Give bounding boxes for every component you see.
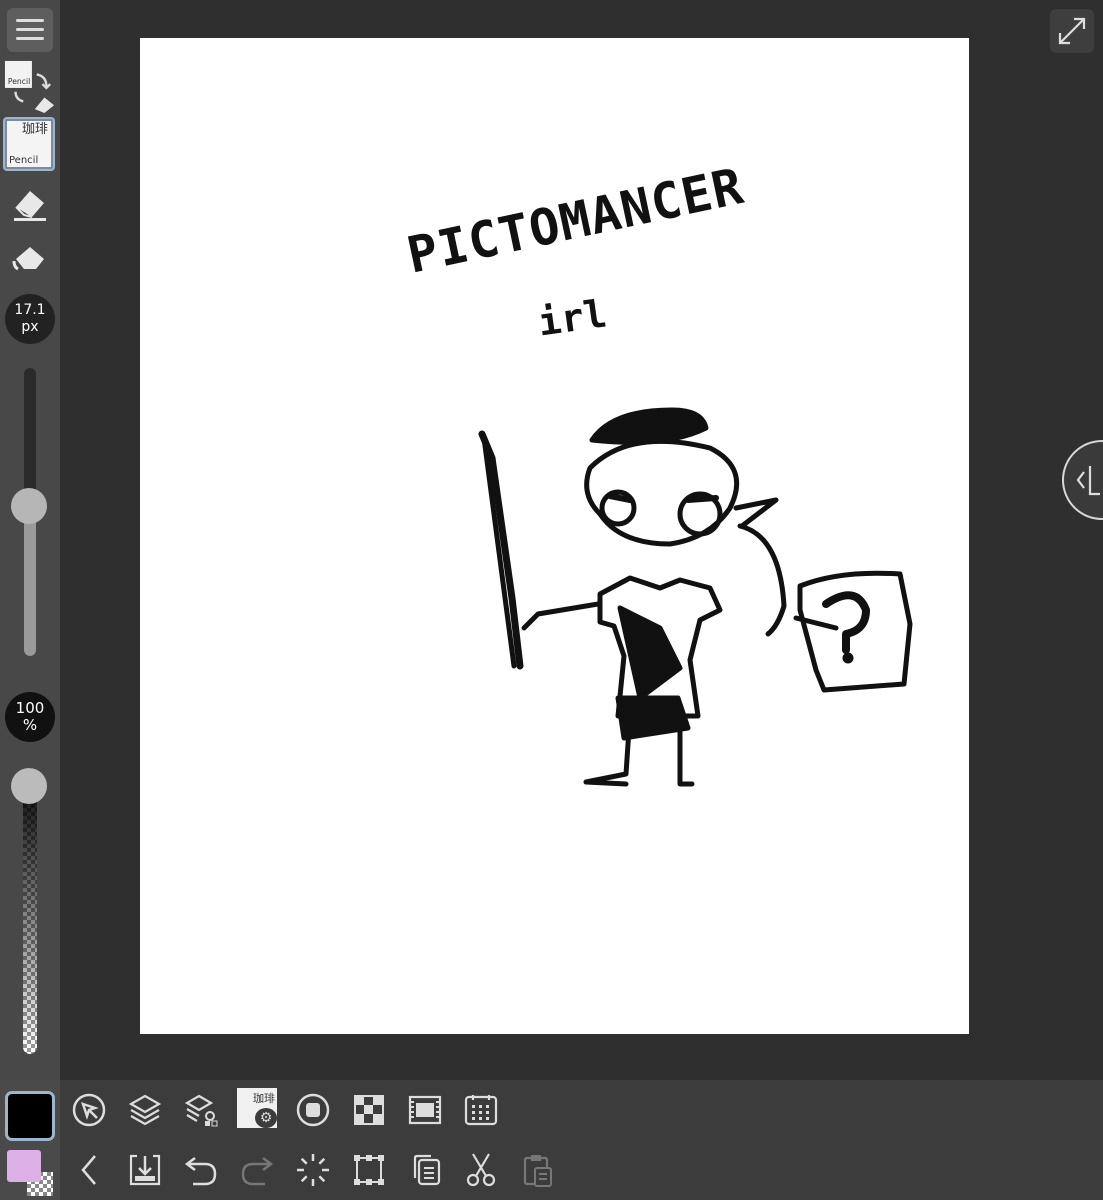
brush-thumb-kanji: 珈琲 bbox=[253, 1092, 275, 1105]
opacity-unit: % bbox=[22, 716, 38, 734]
sub-color-swatch[interactable] bbox=[7, 1150, 41, 1182]
material-button[interactable] bbox=[291, 1088, 335, 1132]
paste-icon bbox=[523, 1155, 552, 1187]
grid-icon bbox=[464, 1095, 498, 1126]
pencil-tool-icon: 珈琲 Pencil bbox=[7, 121, 51, 167]
fullscreen-button[interactable] bbox=[1050, 9, 1094, 53]
opacity-slider-handle[interactable] bbox=[11, 768, 47, 804]
save-icon bbox=[129, 1154, 161, 1186]
paste-button[interactable] bbox=[515, 1148, 559, 1192]
back-icon bbox=[81, 1155, 96, 1185]
gear-icon: ⚙ bbox=[255, 1108, 277, 1128]
svg-text:Pencil: Pencil bbox=[8, 77, 30, 86]
cut-icon bbox=[466, 1153, 496, 1187]
brush-settings-icon: 珈琲 ⚙ bbox=[237, 1088, 277, 1128]
animation-button[interactable] bbox=[403, 1088, 447, 1132]
selection-clear-button[interactable] bbox=[291, 1148, 335, 1192]
tool-thumb-kanji: 珈琲 bbox=[21, 122, 48, 137]
select-button[interactable] bbox=[67, 1088, 111, 1132]
command-bar-top: 珈琲 ⚙ bbox=[60, 1080, 1103, 1140]
cut-button[interactable] bbox=[459, 1148, 503, 1192]
panel-open-icon bbox=[1076, 466, 1100, 496]
eraser-icon bbox=[14, 191, 46, 221]
menu-button[interactable] bbox=[7, 8, 53, 52]
hamburger-icon bbox=[16, 19, 44, 40]
brush-size-fill bbox=[24, 506, 36, 656]
layer-settings-icon bbox=[184, 1094, 218, 1127]
loading-icon bbox=[297, 1154, 329, 1186]
copy-icon bbox=[413, 1154, 441, 1186]
swap-pencil-eraser-icon: Pencil bbox=[4, 60, 55, 113]
animation-icon bbox=[408, 1095, 442, 1125]
brush-settings-button[interactable]: 珈琲 ⚙ bbox=[235, 1086, 279, 1130]
redo-icon bbox=[241, 1157, 274, 1186]
tool-swap-button[interactable]: Pencil bbox=[4, 58, 56, 114]
sketch-drawing bbox=[478, 407, 913, 787]
drawing-canvas[interactable]: PICTOMANCER irl bbox=[140, 38, 969, 1034]
opacity-indicator[interactable]: 100 % bbox=[5, 692, 55, 742]
back-button[interactable] bbox=[67, 1148, 111, 1192]
fill-button[interactable] bbox=[4, 234, 56, 284]
current-tool-thumbnail[interactable]: 珈琲 Pencil bbox=[3, 117, 55, 171]
brush-size-unit: px bbox=[21, 319, 39, 335]
grid-button[interactable] bbox=[459, 1088, 503, 1132]
brush-size-slider-handle[interactable] bbox=[11, 488, 47, 525]
main-color-swatch[interactable] bbox=[5, 1091, 55, 1141]
tool-thumb-label: Pencil bbox=[9, 155, 39, 166]
copy-button[interactable] bbox=[403, 1148, 447, 1192]
opacity-slider[interactable] bbox=[23, 768, 37, 1054]
side-panel-toggle[interactable] bbox=[1062, 440, 1103, 520]
brush-size-indicator[interactable]: 17.1 px bbox=[5, 294, 55, 344]
layers-button[interactable] bbox=[123, 1088, 167, 1132]
save-button[interactable] bbox=[123, 1148, 167, 1192]
redo-button[interactable] bbox=[235, 1148, 279, 1192]
eraser-button[interactable] bbox=[4, 178, 56, 228]
undo-icon bbox=[184, 1157, 217, 1186]
layers-icon bbox=[128, 1094, 162, 1126]
opacity-value: 100 bbox=[15, 699, 45, 717]
command-bar-bottom bbox=[60, 1140, 1103, 1200]
material-icon bbox=[296, 1093, 330, 1127]
layer-settings-button[interactable] bbox=[179, 1088, 223, 1132]
select-icon bbox=[72, 1093, 106, 1127]
filter-button[interactable] bbox=[347, 1088, 391, 1132]
paint-bucket-icon bbox=[12, 247, 44, 271]
transform-button[interactable] bbox=[347, 1148, 391, 1192]
filter-icon bbox=[354, 1095, 384, 1125]
expand-icon bbox=[1058, 17, 1086, 45]
undo-button[interactable] bbox=[179, 1148, 223, 1192]
transform-icon bbox=[354, 1155, 384, 1185]
tool-sidebar: Pencil 珈琲 Pencil 17.1 px 100 % bbox=[0, 0, 60, 1080]
brush-size-value: 17.1 bbox=[14, 302, 46, 318]
